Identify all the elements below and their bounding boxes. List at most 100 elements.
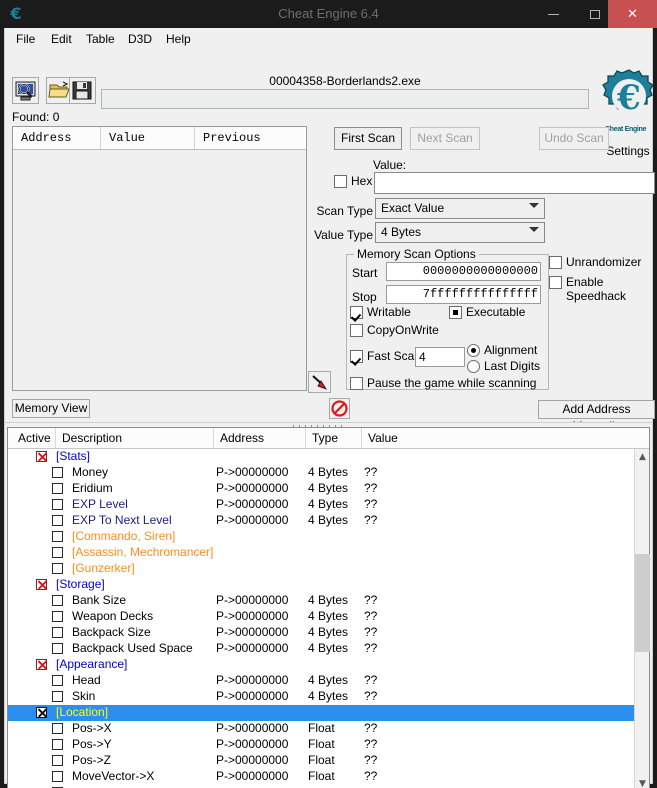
executable-checkbox[interactable]: [449, 306, 462, 319]
table-row[interactable]: [Gunzerker]: [8, 561, 635, 577]
fast-scan-label: Fast Scan: [367, 349, 421, 363]
row-active-checkbox[interactable]: [52, 755, 63, 766]
process-select-icon[interactable]: [12, 77, 39, 104]
row-active-checkbox-enabled[interactable]: [36, 579, 47, 590]
ct-col-type[interactable]: Type: [306, 428, 362, 448]
row-active-checkbox[interactable]: [52, 675, 63, 686]
value-input[interactable]: [374, 172, 655, 194]
row-description: Pos->Z: [72, 753, 111, 769]
row-active-checkbox-enabled[interactable]: [36, 707, 47, 718]
table-row[interactable]: Pos->YP->00000000Float??: [8, 737, 635, 753]
row-active-checkbox[interactable]: [52, 691, 63, 702]
row-active-checkbox[interactable]: [52, 771, 63, 782]
scrollbar-thumb[interactable]: [635, 554, 650, 652]
menu-table[interactable]: Table: [81, 31, 120, 47]
table-row[interactable]: Weapon DecksP->000000004 Bytes??: [8, 609, 635, 625]
row-active-checkbox[interactable]: [52, 739, 63, 750]
chevron-up-icon[interactable]: ▲: [635, 449, 650, 465]
row-active-checkbox[interactable]: [52, 643, 63, 654]
process-field[interactable]: [101, 89, 589, 109]
row-active-checkbox[interactable]: [52, 563, 63, 574]
row-address: P->00000000: [216, 497, 288, 513]
row-active-checkbox[interactable]: [52, 499, 63, 510]
row-type: 4 Bytes: [308, 497, 348, 513]
cheat-engine-logo-icon[interactable]: €: [601, 68, 657, 128]
first-scan-button[interactable]: First Scan: [334, 127, 402, 150]
writable-checkbox[interactable]: [350, 306, 363, 319]
menu-help[interactable]: Help: [161, 31, 196, 47]
results-col-address[interactable]: Address: [13, 127, 101, 149]
ct-col-description[interactable]: Description: [56, 428, 214, 448]
table-row[interactable]: HeadP->000000004 Bytes??: [8, 673, 635, 689]
last-digits-radio[interactable]: [467, 360, 480, 373]
row-value: ??: [364, 753, 377, 769]
alignment-radio[interactable]: [467, 344, 480, 357]
hex-checkbox[interactable]: [334, 175, 347, 188]
menu-d3d[interactable]: D3D: [123, 31, 157, 47]
row-active-checkbox[interactable]: [52, 515, 63, 526]
table-row[interactable]: [Location]: [8, 705, 635, 721]
chevron-down-icon[interactable]: ▼: [635, 776, 650, 788]
row-active-checkbox[interactable]: [52, 723, 63, 734]
table-row[interactable]: [Stats]: [8, 449, 635, 465]
copyonwrite-checkbox[interactable]: [350, 324, 363, 337]
ct-col-value[interactable]: Value: [362, 428, 645, 448]
value-type-select[interactable]: 4 Bytes: [375, 222, 545, 243]
start-address-input[interactable]: 0000000000000000: [386, 262, 541, 281]
table-row[interactable]: Backpack Used SpaceP->000000004 Bytes??: [8, 641, 635, 657]
table-row[interactable]: EXP To Next LevelP->000000004 Bytes??: [8, 513, 635, 529]
table-row[interactable]: [Commando, Siren]: [8, 529, 635, 545]
pause-game-checkbox[interactable]: [350, 377, 363, 390]
row-active-checkbox[interactable]: [52, 547, 63, 558]
table-row[interactable]: Pos->ZP->00000000Float??: [8, 753, 635, 769]
table-row[interactable]: [Storage]: [8, 577, 635, 593]
table-row[interactable]: Pos->XP->00000000Float??: [8, 721, 635, 737]
row-active-checkbox-enabled[interactable]: [36, 451, 47, 462]
minimize-button[interactable]: [533, 0, 574, 28]
row-active-checkbox[interactable]: [52, 595, 63, 606]
undo-scan-button[interactable]: Undo Scan: [539, 127, 609, 150]
results-col-previous[interactable]: Previous: [195, 127, 306, 149]
table-row[interactable]: MoveVector->XP->00000000Float??: [8, 769, 635, 785]
row-active-checkbox[interactable]: [52, 611, 63, 622]
stop-sign-icon[interactable]: [329, 398, 350, 419]
table-row[interactable]: [Appearance]: [8, 657, 635, 673]
scan-results-list[interactable]: Address Value Previous: [12, 126, 307, 391]
close-button[interactable]: ✕: [608, 0, 657, 28]
row-description: Backpack Size: [72, 625, 151, 641]
row-description: [Commando, Siren]: [72, 529, 175, 545]
row-description: Money: [72, 465, 108, 481]
table-row[interactable]: MoneyP->000000004 Bytes??: [8, 465, 635, 481]
table-row[interactable]: EXP LevelP->000000004 Bytes??: [8, 497, 635, 513]
row-active-checkbox-enabled[interactable]: [36, 659, 47, 670]
ct-col-active[interactable]: Active: [12, 428, 56, 448]
table-row[interactable]: Bank SizeP->000000004 Bytes??: [8, 593, 635, 609]
row-active-checkbox[interactable]: [52, 467, 63, 478]
memory-view-button[interactable]: Memory View: [12, 399, 90, 418]
unrandomizer-checkbox[interactable]: [549, 256, 562, 269]
pause-game-label: Pause the game while scanning: [367, 376, 536, 390]
save-floppy-icon[interactable]: [69, 77, 96, 104]
stop-address-input[interactable]: 7fffffffffffffff: [386, 285, 541, 304]
row-description: Skin: [72, 689, 95, 705]
table-row[interactable]: [Assassin, Mechromancer]: [8, 545, 635, 561]
add-address-manually-button[interactable]: Add Address Manually: [538, 400, 655, 419]
enable-speedhack-checkbox[interactable]: [549, 276, 562, 289]
menu-edit[interactable]: Edit: [46, 31, 77, 47]
cheat-table-scrollbar[interactable]: ▲ ▼: [634, 449, 649, 788]
red-arrow-icon[interactable]: [308, 371, 331, 393]
row-active-checkbox[interactable]: [52, 627, 63, 638]
table-row[interactable]: SkinP->000000004 Bytes??: [8, 689, 635, 705]
next-scan-button[interactable]: Next Scan: [410, 127, 480, 150]
results-col-value[interactable]: Value: [101, 127, 195, 149]
menu-file[interactable]: File: [11, 31, 40, 47]
ct-col-address[interactable]: Address: [214, 428, 306, 448]
table-row[interactable]: EridiumP->000000004 Bytes??: [8, 481, 635, 497]
row-active-checkbox[interactable]: [52, 483, 63, 494]
fast-scan-checkbox[interactable]: [350, 350, 363, 363]
fast-scan-value-input[interactable]: 4: [415, 347, 465, 367]
table-row[interactable]: Backpack SizeP->000000004 Bytes??: [8, 625, 635, 641]
scan-type-select[interactable]: Exact Value: [375, 198, 545, 219]
row-value: ??: [364, 689, 377, 705]
row-active-checkbox[interactable]: [52, 531, 63, 542]
